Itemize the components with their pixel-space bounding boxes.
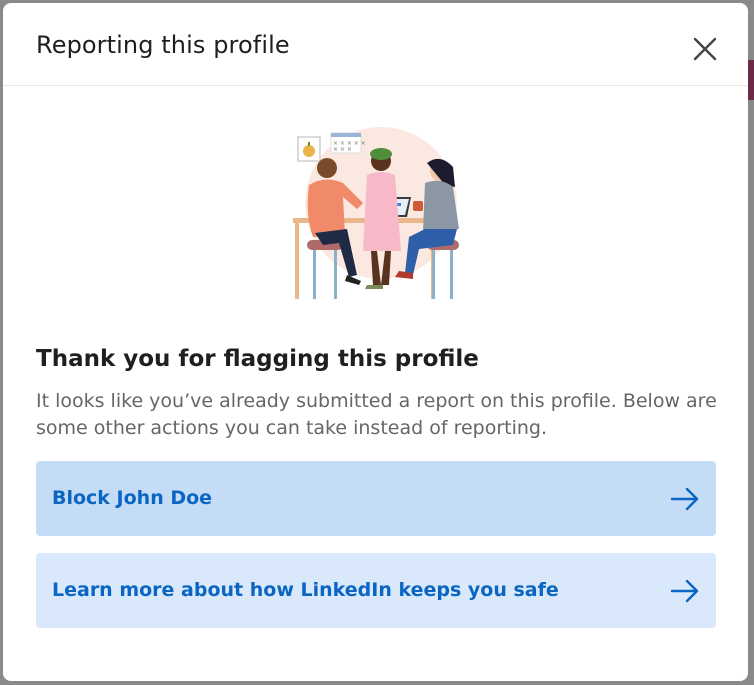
dialog-title: Reporting this profile <box>36 31 290 59</box>
arrow-right-icon <box>670 579 699 603</box>
backdrop-edge-right <box>748 60 754 100</box>
confirmation-description: It looks like you’ve already submitted a… <box>36 390 717 439</box>
confirmation-heading: Thank you for flagging this profile <box>36 346 479 372</box>
close-button[interactable] <box>687 31 723 67</box>
dialog-header: Reporting this profile <box>3 3 748 86</box>
arrow-right-icon <box>670 487 699 511</box>
three-people-at-table-illustration: × × × × × × × × <box>293 127 459 299</box>
learn-more-safety-label: Learn more about how LinkedIn keeps you … <box>52 579 559 601</box>
report-profile-dialog: Reporting this profile × × × × × × × × T… <box>3 3 748 681</box>
learn-more-safety-button[interactable]: Learn more about how LinkedIn keeps you … <box>36 553 716 628</box>
block-user-button[interactable]: Block John Doe <box>36 461 716 536</box>
svg-text:× × ×: × × × <box>333 146 352 153</box>
block-user-label: Block John Doe <box>52 487 213 509</box>
close-icon <box>693 37 717 61</box>
